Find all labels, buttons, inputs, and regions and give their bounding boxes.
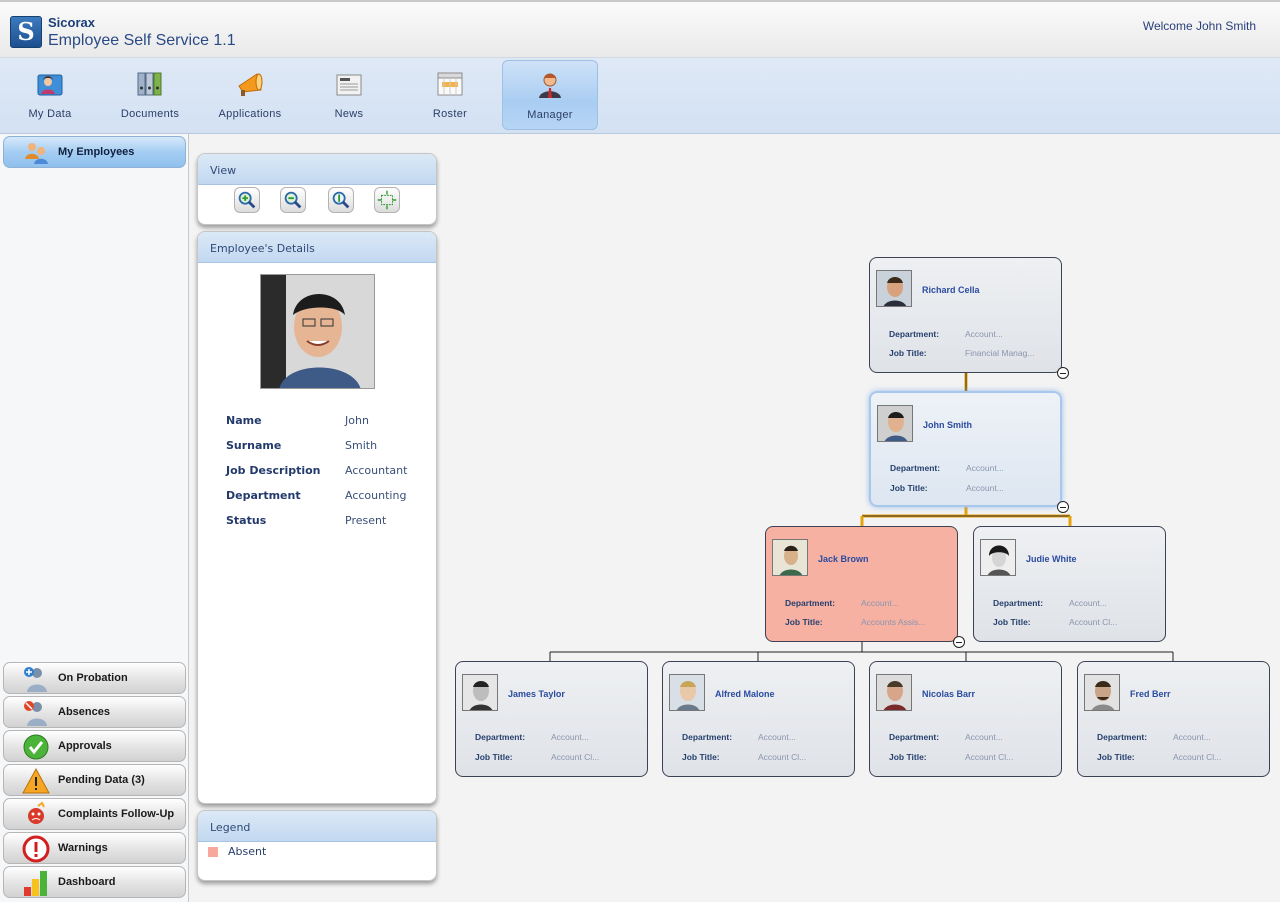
- org-node-dept-label: Department:: [993, 598, 1044, 608]
- org-node-judie-white[interactable]: Judie White Department: Account... Job T…: [973, 526, 1166, 642]
- org-node-dept-label: Department:: [682, 732, 733, 742]
- org-node-title-label: Job Title:: [682, 752, 720, 762]
- org-node-dept-label: Department:: [889, 732, 940, 742]
- org-node-name: John Smith: [923, 420, 972, 430]
- org-node-dept-label: Department:: [1097, 732, 1148, 742]
- org-node-title-label: Job Title:: [785, 617, 823, 627]
- org-node-photo: [876, 270, 912, 307]
- org-node-title-label: Job Title:: [475, 752, 513, 762]
- org-node-title-label: Job Title:: [890, 483, 928, 493]
- org-node-photo: [877, 405, 913, 442]
- org-node-dept-value: Account...: [758, 732, 796, 742]
- org-node-dept-value: Account...: [1173, 732, 1211, 742]
- org-node-title-label: Job Title:: [889, 752, 927, 762]
- org-node-photo: [669, 674, 705, 711]
- org-node-dept-value: Account...: [966, 463, 1004, 473]
- org-node-photo: [462, 674, 498, 711]
- org-node-title-value: Accounts Assis...: [861, 617, 926, 627]
- org-node-dept-label: Department:: [890, 463, 941, 473]
- org-node-dept-label: Department:: [475, 732, 526, 742]
- org-node-dept-label: Department:: [785, 598, 836, 608]
- person-photo-icon: [877, 271, 911, 306]
- org-node-title-value: Account Cl...: [551, 752, 600, 762]
- org-node-john-smith[interactable]: John Smith Department: Account... Job Ti…: [869, 391, 1062, 507]
- org-node-dept-value: Account...: [551, 732, 589, 742]
- org-node-dept-value: Account...: [965, 732, 1003, 742]
- person-photo-icon: [773, 540, 807, 575]
- org-node-title-value: Account Cl...: [1069, 617, 1118, 627]
- org-node-james-taylor[interactable]: James Taylor Department: Account... Job …: [455, 661, 648, 777]
- org-node-title-value: Account Cl...: [758, 752, 807, 762]
- collapse-toggle-richard-cella[interactable]: [1057, 367, 1069, 379]
- collapse-toggle-jack-brown[interactable]: [953, 636, 965, 648]
- person-photo-icon: [670, 675, 704, 710]
- org-node-photo: [772, 539, 808, 576]
- org-node-photo: [876, 674, 912, 711]
- org-node-name: Fred Berr: [1130, 689, 1171, 699]
- person-photo-icon: [981, 540, 1015, 575]
- org-node-title-value: Account Cl...: [965, 752, 1014, 762]
- org-node-name: James Taylor: [508, 689, 565, 699]
- org-node-name: Jack Brown: [818, 554, 869, 564]
- child-connectors: [549, 641, 1174, 661]
- person-photo-icon: [878, 406, 912, 441]
- org-node-dept-label: Department:: [889, 329, 940, 339]
- org-node-fred-berr[interactable]: Fred Berr Department: Account... Job Tit…: [1077, 661, 1270, 777]
- org-node-richard-cella[interactable]: Richard Cella Department: Account... Job…: [869, 257, 1062, 373]
- org-node-title-value: Financial Manag...: [965, 348, 1035, 358]
- org-node-jack-brown[interactable]: Jack Brown Department: Account... Job Ti…: [765, 526, 958, 642]
- org-node-name: Nicolas Barr: [922, 689, 976, 699]
- org-node-name: Judie White: [1026, 554, 1077, 564]
- org-node-name: Richard Cella: [922, 285, 980, 295]
- org-node-title-label: Job Title:: [993, 617, 1031, 627]
- collapse-toggle-john-smith[interactable]: [1057, 501, 1069, 513]
- org-node-dept-value: Account...: [861, 598, 899, 608]
- org-node-title-value: Account...: [966, 483, 1004, 493]
- person-photo-icon: [877, 675, 911, 710]
- org-node-dept-value: Account...: [1069, 598, 1107, 608]
- org-node-name: Alfred Malone: [715, 689, 775, 699]
- org-node-photo: [1084, 674, 1120, 711]
- person-photo-icon: [1085, 675, 1119, 710]
- org-node-nicolas-barr[interactable]: Nicolas Barr Department: Account... Job …: [869, 661, 1062, 777]
- org-node-photo: [980, 539, 1016, 576]
- org-node-dept-value: Account...: [965, 329, 1003, 339]
- person-photo-icon: [463, 675, 497, 710]
- org-node-title-label: Job Title:: [889, 348, 927, 358]
- org-node-title-value: Account Cl...: [1173, 752, 1222, 762]
- org-node-alfred-malone[interactable]: Alfred Malone Department: Account... Job…: [662, 661, 855, 777]
- org-node-title-label: Job Title:: [1097, 752, 1135, 762]
